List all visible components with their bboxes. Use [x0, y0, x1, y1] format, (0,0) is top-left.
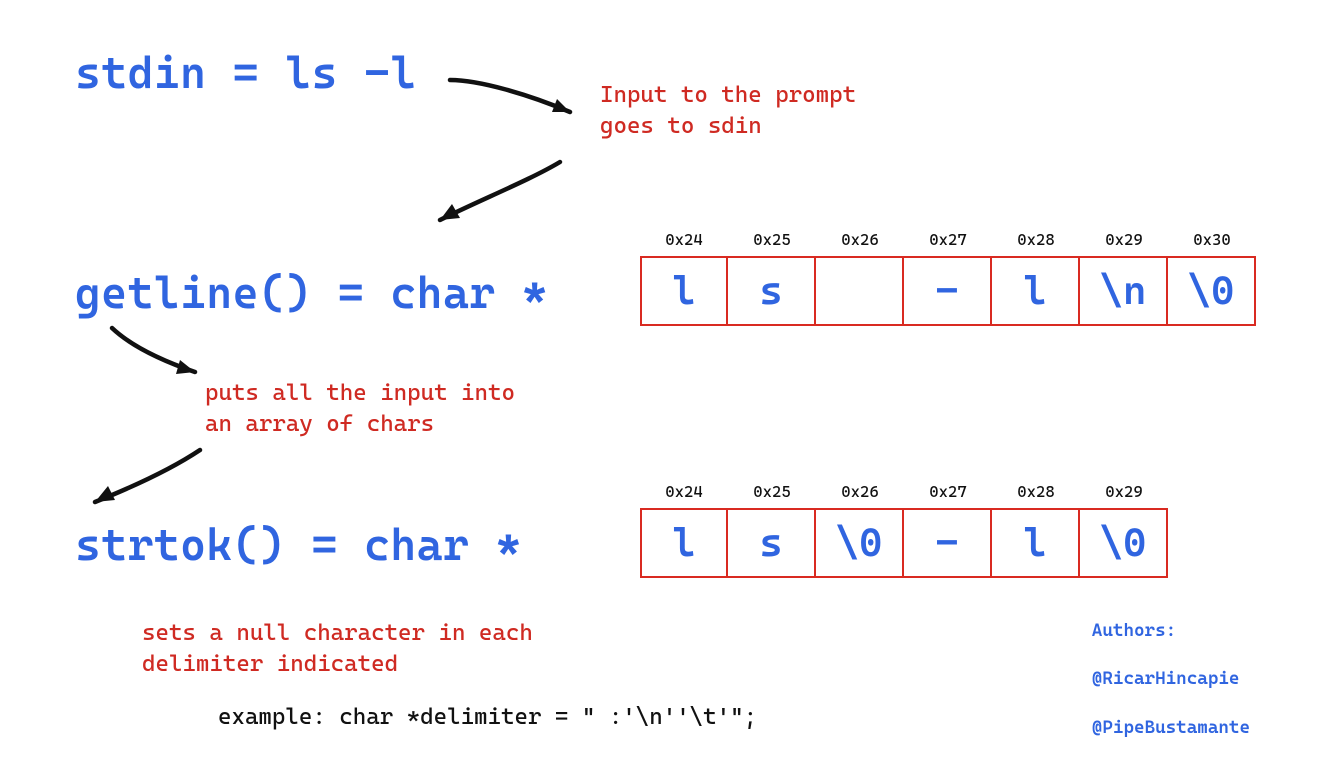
- annotation-input-prompt: Input to the prompt goes to sdin: [600, 80, 856, 142]
- memory-value: s: [728, 256, 816, 326]
- annotation-puts-array: puts all the input into an array of char…: [205, 378, 515, 440]
- memory-address: 0x27: [929, 230, 967, 248]
- authors-label: Authors:: [1092, 620, 1176, 641]
- memory-value: \0: [1168, 256, 1256, 326]
- code-line-getline: getline() = char *: [75, 268, 548, 319]
- memory-address: 0x28: [1017, 482, 1055, 500]
- memory-address: 0x26: [841, 230, 879, 248]
- annotation-sets-null: sets a null character in each delimiter …: [142, 618, 533, 680]
- arrow-annotation-to-strtok: [80, 440, 220, 520]
- memory-cell: 0x26 \0: [816, 482, 904, 578]
- memory-cell: 0x27 -: [904, 482, 992, 578]
- memory-address: 0x25: [753, 230, 791, 248]
- code-line-stdin: stdin = ls -l: [75, 48, 417, 99]
- memory-value: l: [992, 508, 1080, 578]
- memory-value: l: [640, 256, 728, 326]
- memory-cell: 0x24 l: [640, 482, 728, 578]
- memory-value: -: [904, 256, 992, 326]
- memory-address: 0x24: [665, 230, 703, 248]
- authors-block: Authors: @RicarHincapie @PipeBustamante: [1071, 594, 1250, 740]
- memory-cell: 0x29 \0: [1080, 482, 1168, 578]
- memory-value: l: [640, 508, 728, 578]
- memory-cell: 0x27 -: [904, 230, 992, 326]
- memory-value: \0: [816, 508, 904, 578]
- memory-address: 0x28: [1017, 230, 1055, 248]
- memory-cell: 0x25 s: [728, 482, 816, 578]
- author-1: @RicarHincapie: [1092, 668, 1240, 689]
- arrow-annotation-to-getline: [420, 150, 580, 240]
- memory-cell: 0x29 \n: [1080, 230, 1168, 326]
- memory-address: 0x30: [1193, 230, 1231, 248]
- memory-row-strtok: 0x24 l 0x25 s 0x26 \0 0x27 - 0x28 l 0x29 \0: [640, 482, 1168, 578]
- memory-value: l: [992, 256, 1080, 326]
- memory-address: 0x27: [929, 482, 967, 500]
- memory-cell: 0x30 \0: [1168, 230, 1256, 326]
- memory-cell: 0x24 l: [640, 230, 728, 326]
- example-delimiter: example: char *delimiter = " :'\n''\t'";: [218, 704, 757, 730]
- memory-value: [816, 256, 904, 326]
- memory-address: 0x29: [1105, 230, 1143, 248]
- memory-value: s: [728, 508, 816, 578]
- memory-row-getline: 0x24 l 0x25 s 0x26 0x27 - 0x28 l 0x29 \n 0x30 \0: [640, 230, 1256, 326]
- memory-value: -: [904, 508, 992, 578]
- memory-cell: 0x28 l: [992, 230, 1080, 326]
- memory-cell: 0x28 l: [992, 482, 1080, 578]
- memory-address: 0x26: [841, 482, 879, 500]
- memory-value: \0: [1080, 508, 1168, 578]
- author-2: @PipeBustamante: [1092, 717, 1250, 738]
- memory-address: 0x25: [753, 482, 791, 500]
- memory-address: 0x24: [665, 482, 703, 500]
- arrow-stdin-to-annotation: [440, 70, 600, 130]
- memory-value: \n: [1080, 256, 1168, 326]
- memory-address: 0x29: [1105, 482, 1143, 500]
- memory-cell: 0x26: [816, 230, 904, 326]
- memory-cell: 0x25 s: [728, 230, 816, 326]
- code-line-strtok: strtok() = char *: [75, 520, 522, 571]
- arrow-getline-to-annotation: [100, 320, 220, 390]
